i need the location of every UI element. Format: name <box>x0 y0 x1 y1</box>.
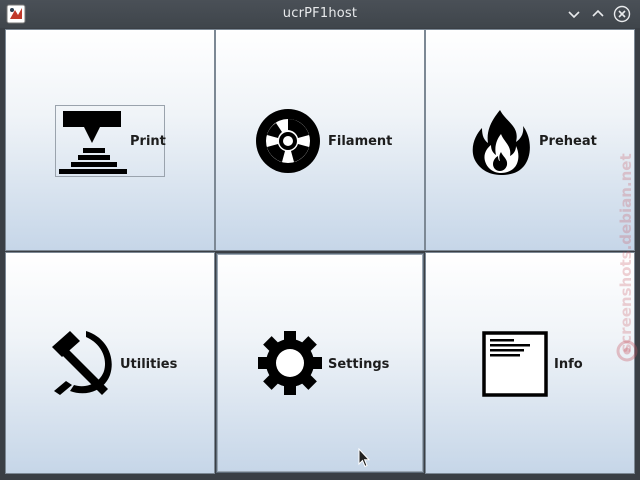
minimize-button[interactable] <box>565 5 583 23</box>
utilities-button[interactable]: Utilities <box>5 252 215 474</box>
settings-button[interactable]: Settings <box>216 253 424 473</box>
filament-button[interactable]: Filament <box>215 29 425 251</box>
printer-icon <box>59 111 127 174</box>
debian-logo-icon <box>616 340 638 362</box>
info-button[interactable]: Info <box>425 252 635 474</box>
window-title: ucrPF1host <box>282 6 358 21</box>
settings-label: Settings <box>328 357 390 372</box>
mouse-cursor-icon <box>358 448 370 468</box>
print-button[interactable]: Print <box>5 29 215 251</box>
utilities-label: Utilities <box>120 357 178 372</box>
filament-spool-icon <box>256 109 320 173</box>
maximize-button[interactable] <box>589 5 607 23</box>
print-label: Print <box>130 134 166 149</box>
gear-icon <box>258 331 322 395</box>
flame-icon <box>472 110 530 175</box>
title-bar: ucrPF1host <box>0 0 640 28</box>
filament-label: Filament <box>328 134 393 149</box>
hammer-sickle-icon <box>52 331 112 395</box>
preheat-button[interactable]: Preheat <box>425 29 635 251</box>
document-icon <box>482 331 548 397</box>
watermark: screenshots.debian.net <box>612 125 640 375</box>
main-content: Print Filament Preheat Utilities Setting… <box>0 28 640 480</box>
preheat-label: Preheat <box>539 134 597 149</box>
close-button[interactable] <box>613 5 631 23</box>
info-label: Info <box>554 357 583 372</box>
